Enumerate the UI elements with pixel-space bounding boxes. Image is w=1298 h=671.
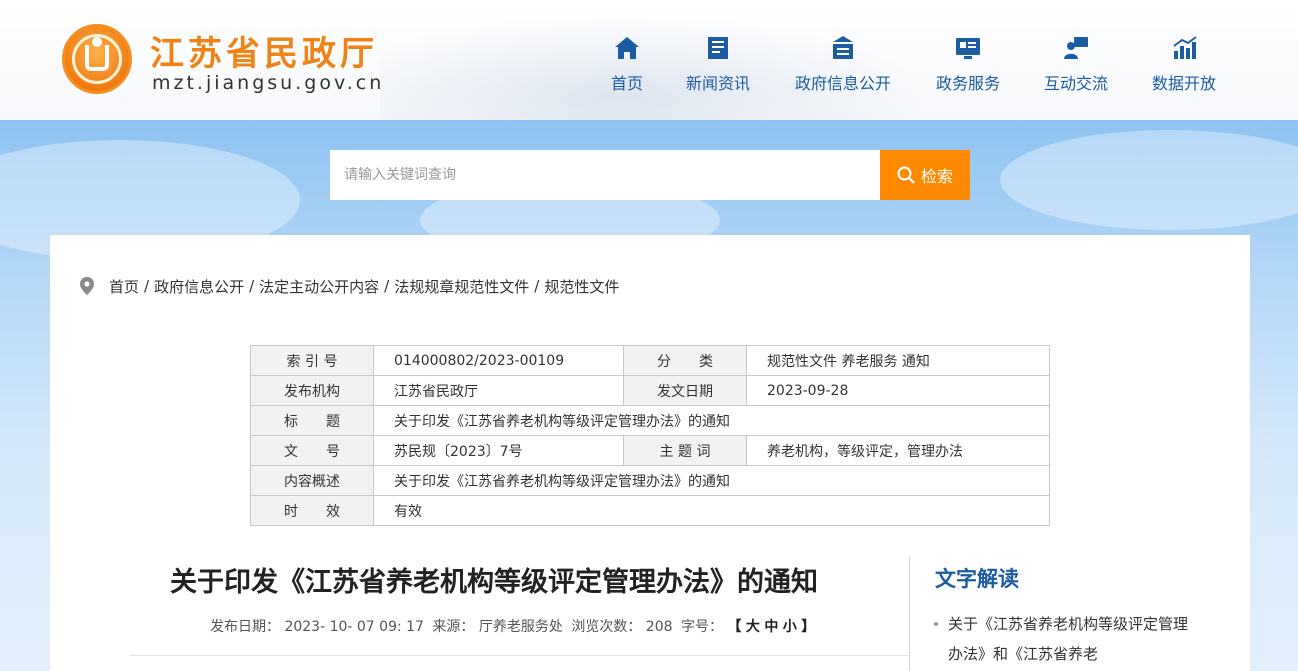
table-row: 标 题 关于印发《江苏省养老机构等级评定管理办法》的通知 <box>250 405 1050 436</box>
sidebar-title: 文字解读 <box>935 567 1019 591</box>
breadcrumb-separator: / <box>534 277 540 295</box>
breadcrumb-separator: / <box>144 277 150 295</box>
validity-label: 时 效 <box>250 495 374 526</box>
breadcrumb-gov-info[interactable]: 政府信息公开 <box>154 276 244 297</box>
table-row: 时 效 有效 <box>250 495 1050 526</box>
font-size-large-button[interactable]: 大 <box>746 619 760 635</box>
breadcrumb: 首页 / 政府信息公开 / 法定主动公开内容 / 法规规章规范性文件 / 规范性… <box>80 275 619 297</box>
source-value: 厅养老服务处 <box>478 619 563 635</box>
home-icon <box>615 37 639 59</box>
breadcrumb-separator: / <box>384 277 390 295</box>
search-input[interactable] <box>330 150 880 200</box>
article-divider <box>130 655 910 656</box>
nav-item-news[interactable]: 新闻资讯 <box>682 34 754 98</box>
table-row: 索 引 号 014000802/2023-00109 分 类 规范性文件 养老服… <box>250 345 1050 376</box>
breadcrumb-regulations[interactable]: 法规规章规范性文件 <box>394 276 529 297</box>
service-icon <box>956 38 980 59</box>
government-info-icon <box>833 36 853 59</box>
publisher-label: 发布机构 <box>250 375 374 406</box>
table-row: 内容概述 关于印发《江苏省养老机构等级评定管理办法》的通知 <box>250 465 1050 496</box>
publisher-value: 江苏省民政厅 <box>373 375 624 406</box>
data-chart-icon <box>1173 36 1197 59</box>
nav-label-data: 数据开放 <box>1151 74 1216 93</box>
nav-item-interaction[interactable]: 互动交流 <box>1040 34 1112 98</box>
publish-date-value: 2023- 10- 07 09: 17 <box>284 619 424 635</box>
table-row: 发布机构 江苏省民政厅 发文日期 2023-09-28 <box>250 375 1050 406</box>
article-meta: 发布日期： 2023- 10- 07 09: 17 来源： 厅养老服务处 浏览次… <box>210 616 815 636</box>
nav-label-gov-info: 政府信息公开 <box>794 74 891 93</box>
font-size-label: 字号： <box>680 619 723 635</box>
font-size-small-button[interactable]: 小 <box>783 619 797 635</box>
breadcrumb-home[interactable]: 首页 <box>109 276 139 297</box>
table-row: 文 号 苏民规〔2023〕7号 主 题 词 养老机构，等级评定，管理办法 <box>250 435 1050 466</box>
sidebar-item-interpretation[interactable]: 关于《江苏省养老机构等级评定管理办法》和《江苏省养老 <box>934 609 1194 669</box>
search-button[interactable]: 检索 <box>880 150 970 200</box>
main-nav: 首页 新闻资讯 政府信息公开 政务服务 互动交流 数据开放 <box>0 34 1298 104</box>
nav-label-home: 首页 <box>610 74 643 93</box>
banner-cloud <box>1000 130 1298 230</box>
doc-number-value: 苏民规〔2023〕7号 <box>373 435 624 466</box>
document-metadata-table: 索 引 号 014000802/2023-00109 分 类 规范性文件 养老服… <box>250 345 1050 526</box>
summary-value: 关于印发《江苏省养老机构等级评定管理办法》的通知 <box>373 465 1050 496</box>
issue-date-label: 发文日期 <box>623 375 747 406</box>
title-label: 标 题 <box>250 405 374 436</box>
views-label: 浏览次数： <box>571 619 642 635</box>
font-size-bracket-close: 】 <box>801 619 816 635</box>
breadcrumb-separator: / <box>249 277 255 295</box>
sidebar-item-label: 关于《江苏省养老机构等级评定管理办法》和《江苏省养老 <box>948 615 1189 663</box>
index-label: 索 引 号 <box>250 345 374 376</box>
font-size-bracket-open: 【 <box>727 619 742 635</box>
nav-label-service: 政务服务 <box>935 74 1000 93</box>
location-pin-icon <box>80 277 94 295</box>
news-icon <box>708 37 728 59</box>
publish-date-label: 发布日期： <box>210 619 280 635</box>
index-value: 014000802/2023-00109 <box>373 345 624 376</box>
search-icon <box>897 166 915 184</box>
category-value: 规范性文件 养老服务 通知 <box>746 345 1050 376</box>
sidebar-divider <box>909 557 910 671</box>
bullet-icon <box>934 622 938 626</box>
site-header: 江苏省民政厅 mzt.jiangsu.gov.cn 首页 新闻资讯 政府信息公开… <box>0 0 1298 120</box>
doc-number-label: 文 号 <box>250 435 374 466</box>
nav-item-home[interactable]: 首页 <box>607 34 647 98</box>
interaction-icon <box>1064 37 1088 59</box>
nav-item-service[interactable]: 政务服务 <box>932 34 1004 98</box>
breadcrumb-normative-docs[interactable]: 规范性文件 <box>544 276 619 297</box>
font-size-medium-button[interactable]: 中 <box>764 619 778 635</box>
nav-item-data[interactable]: 数据开放 <box>1148 34 1220 98</box>
summary-label: 内容概述 <box>250 465 374 496</box>
title-value: 关于印发《江苏省养老机构等级评定管理办法》的通知 <box>373 405 1050 436</box>
nav-item-gov-info[interactable]: 政府信息公开 <box>790 34 896 98</box>
category-label: 分 类 <box>623 345 747 376</box>
keywords-value: 养老机构，等级评定，管理办法 <box>746 435 1050 466</box>
article-title: 关于印发《江苏省养老机构等级评定管理办法》的通知 <box>170 567 818 598</box>
views-value: 208 <box>645 619 673 635</box>
issue-date-value: 2023-09-28 <box>746 375 1050 406</box>
breadcrumb-statutory-content[interactable]: 法定主动公开内容 <box>259 276 379 297</box>
nav-label-interaction: 互动交流 <box>1043 74 1108 93</box>
source-label: 来源： <box>432 619 475 635</box>
search-button-label: 检索 <box>920 167 953 186</box>
keywords-label: 主 题 词 <box>623 435 747 466</box>
validity-value: 有效 <box>373 495 1050 526</box>
nav-label-news: 新闻资讯 <box>685 74 750 93</box>
content-card: 首页 / 政府信息公开 / 法定主动公开内容 / 法规规章规范性文件 / 规范性… <box>50 235 1250 671</box>
